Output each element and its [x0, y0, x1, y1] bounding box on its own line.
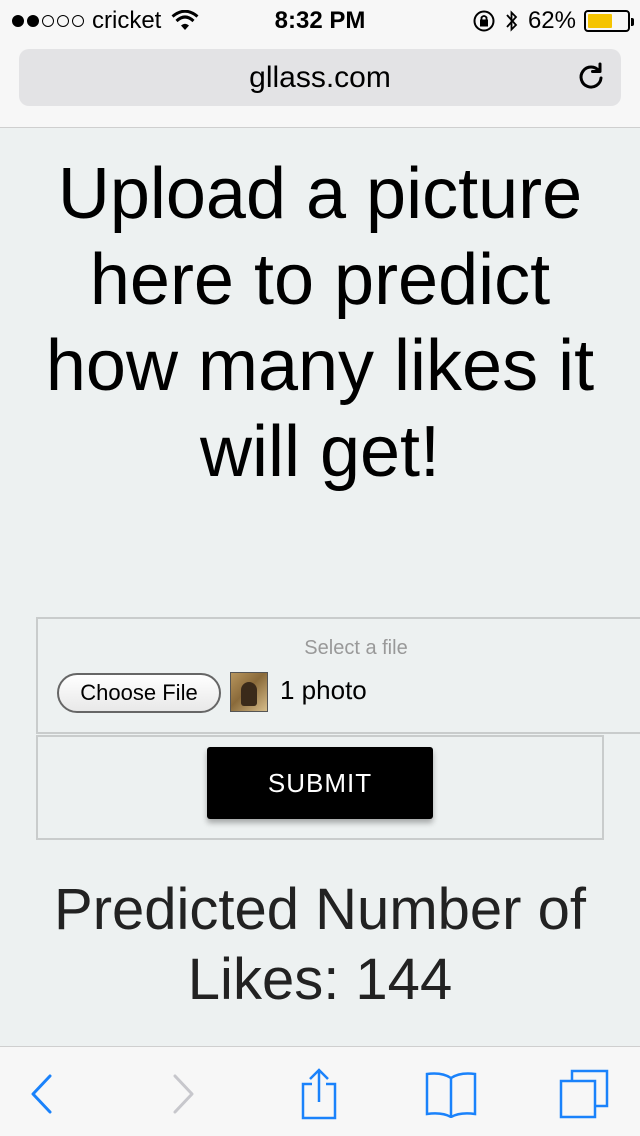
forward-button[interactable] — [155, 1069, 211, 1119]
tabs-icon[interactable] — [558, 1068, 610, 1120]
choose-file-button[interactable]: Choose File — [57, 673, 221, 713]
prediction-result: Predicted Number of Likes: 144 — [0, 875, 640, 1015]
bookmarks-icon[interactable] — [424, 1070, 478, 1118]
status-right: 62% — [472, 7, 634, 35]
page-headline: Upload a picture here to predict how man… — [45, 154, 595, 492]
address-bar[interactable]: gllass.com — [19, 49, 621, 106]
status-bar: cricket 8:32 PM 62% — [0, 0, 640, 40]
submit-button[interactable]: SUBMIT — [207, 747, 433, 819]
page-content: Upload a picture here to predict how man… — [0, 129, 640, 1046]
battery-fill — [588, 14, 612, 28]
battery-percent: 62% — [527, 7, 576, 34]
share-icon[interactable] — [299, 1068, 339, 1120]
file-upload-box: Select a file Choose File 1 photo — [36, 617, 640, 734]
browser-toolbar — [0, 1046, 640, 1136]
submit-box: SUBMIT — [36, 735, 604, 840]
browser-top-bar: gllass.com — [0, 40, 640, 128]
select-file-label: Select a file — [304, 637, 408, 659]
tabs-button[interactable] — [556, 1069, 612, 1119]
bookmarks-button[interactable] — [423, 1069, 479, 1119]
orientation-lock-icon — [473, 10, 495, 32]
prediction-line-1: Predicted Number of — [54, 877, 586, 942]
photo-thumbnail — [230, 672, 268, 712]
reload-icon[interactable] — [575, 61, 607, 93]
thumbnail-figure — [241, 682, 257, 706]
url-text[interactable]: gllass.com — [19, 61, 621, 95]
share-button[interactable] — [291, 1068, 347, 1120]
photo-count: 1 photo — [280, 675, 367, 705]
prediction-line-2: Likes: 144 — [187, 947, 453, 1012]
back-chevron-icon[interactable] — [28, 1073, 56, 1115]
forward-chevron-icon[interactable] — [169, 1073, 197, 1115]
battery-icon — [584, 10, 634, 32]
bluetooth-icon — [506, 10, 518, 32]
back-button[interactable] — [14, 1069, 70, 1119]
